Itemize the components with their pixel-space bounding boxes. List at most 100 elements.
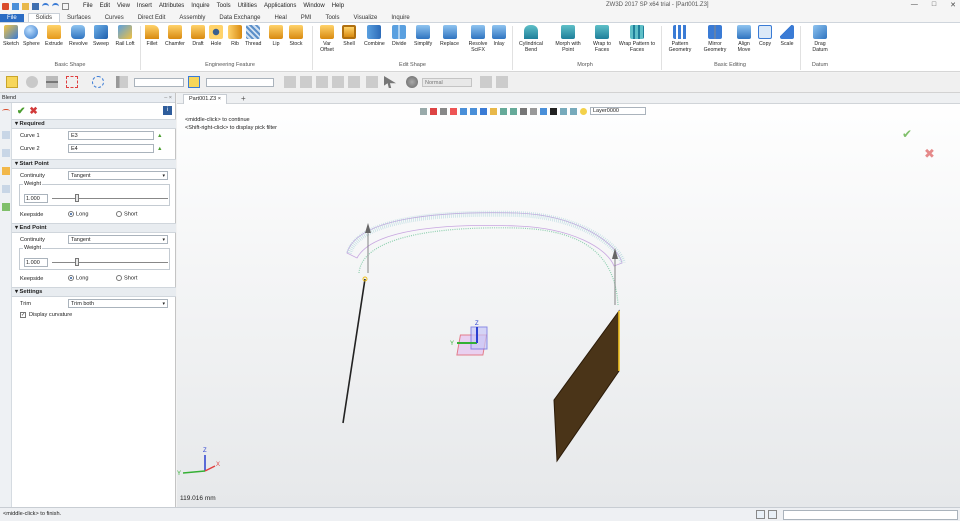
thread-button[interactable]: Thread: [245, 25, 261, 47]
close-icon[interactable]: ✕: [950, 1, 956, 9]
start-short-radio[interactable]: [116, 211, 122, 218]
end-weight-input[interactable]: 1.000: [24, 258, 48, 267]
tab-direct-edit[interactable]: Direct Edit: [131, 14, 173, 22]
end-long-radio[interactable]: [68, 275, 74, 282]
minimize-icon[interactable]: —: [911, 1, 918, 9]
wrap-pattern-button[interactable]: Wrap Pattern to Faces: [618, 25, 656, 53]
tab-curves[interactable]: Curves: [98, 14, 131, 22]
status-view-icon[interactable]: [768, 510, 777, 519]
snap-icon[interactable]: [284, 76, 296, 88]
scale-button[interactable]: Scale: [780, 25, 794, 47]
tab-surfaces[interactable]: Surfaces: [60, 14, 98, 22]
start-weight-slider[interactable]: [75, 194, 79, 202]
simplify-button[interactable]: Simplify: [414, 25, 432, 47]
start-short-option[interactable]: Short: [116, 211, 137, 218]
tab-assembly[interactable]: Assembly: [172, 14, 212, 22]
shell-button[interactable]: Shell: [342, 25, 356, 47]
trim-select[interactable]: Trim both ▾: [68, 299, 168, 308]
curve-tool-icon[interactable]: [2, 109, 10, 113]
start-continuity-select[interactable]: Tangent ▾: [68, 171, 168, 180]
save-icon[interactable]: [32, 2, 39, 10]
sweep-button[interactable]: Sweep: [93, 25, 109, 47]
new-file-icon[interactable]: [12, 2, 19, 10]
menu-applications[interactable]: Applications: [264, 3, 296, 9]
sphere-button[interactable]: Sphere: [23, 25, 40, 47]
end-short-option[interactable]: Short: [116, 275, 137, 282]
drag-datum-button[interactable]: Drag Datum: [808, 25, 832, 53]
revolve-button[interactable]: Revolve: [69, 25, 88, 47]
menu-view[interactable]: View: [117, 3, 130, 9]
curve1-field[interactable]: E3: [68, 131, 154, 140]
combine-button[interactable]: Combine: [364, 25, 385, 47]
status-filter-icon[interactable]: [756, 510, 765, 519]
views-icon[interactable]: [2, 185, 10, 193]
view-settings-icon[interactable]: [406, 76, 418, 88]
stock-button[interactable]: Stock: [289, 25, 303, 47]
render-mode-dropdown[interactable]: Normal: [422, 78, 472, 87]
menu-edit[interactable]: Edit: [100, 3, 110, 9]
morph-with-point-button[interactable]: Morph with Point: [552, 25, 584, 53]
tab-visualize[interactable]: Visualize: [346, 14, 384, 22]
tab-pmi[interactable]: PMI: [294, 14, 319, 22]
ok-icon[interactable]: ✔: [17, 106, 25, 117]
end-short-radio[interactable]: [116, 275, 122, 282]
menu-tools[interactable]: Tools: [217, 3, 231, 9]
tab-data-exchange[interactable]: Data Exchange: [212, 14, 267, 22]
layers-icon[interactable]: [2, 149, 10, 157]
filter-icon[interactable]: [26, 76, 38, 88]
filter-list-icon[interactable]: [116, 76, 128, 88]
align-move-button[interactable]: Align Move: [733, 25, 755, 53]
chamfer-button[interactable]: Chamfer: [165, 25, 185, 47]
tab-file[interactable]: File: [0, 14, 24, 22]
cylindrical-bend-button[interactable]: Cylindrical Bend: [516, 25, 546, 53]
start-long-radio[interactable]: [68, 211, 74, 218]
panel-close-icon[interactable]: – ×: [164, 93, 172, 103]
start-long-option[interactable]: Long: [68, 211, 116, 218]
mirror-geometry-button[interactable]: Mirror Geometry: [699, 25, 731, 53]
menu-help[interactable]: Help: [332, 3, 344, 9]
menu-insert[interactable]: Insert: [137, 3, 152, 9]
section-start-point[interactable]: ▾ Start Point: [12, 159, 176, 169]
end-long-option[interactable]: Long: [68, 275, 116, 282]
rib-button[interactable]: Rib: [228, 25, 242, 47]
menu-utilities[interactable]: Utilities: [238, 3, 257, 9]
fillet-button[interactable]: Fillet: [145, 25, 159, 47]
section-end-point[interactable]: ▾ End Point: [12, 223, 176, 233]
menu-window[interactable]: Window: [303, 3, 324, 9]
point-icon[interactable]: [348, 76, 360, 88]
inlay-button[interactable]: Inlay: [492, 25, 506, 47]
link-icon[interactable]: [316, 76, 328, 88]
rail-loft-button[interactable]: Rail Loft: [114, 25, 136, 47]
curve2-field[interactable]: E4: [68, 144, 154, 153]
menu-attributes[interactable]: Attributes: [159, 3, 184, 9]
filter-dropdown[interactable]: [134, 78, 184, 87]
view-b-icon[interactable]: [496, 76, 508, 88]
view-a-icon[interactable]: [480, 76, 492, 88]
sketch-button[interactable]: Sketch: [3, 25, 19, 47]
section-required[interactable]: ▾ Required: [12, 119, 176, 129]
assembly-icon[interactable]: [2, 167, 10, 175]
end-weight-slider[interactable]: [75, 258, 79, 266]
app-logo-icon[interactable]: [2, 2, 9, 10]
display-curvature-checkbox[interactable]: ✓: [20, 311, 26, 318]
section-settings[interactable]: ▾ Settings: [12, 287, 176, 297]
curve2-pick-icon[interactable]: ▲: [157, 146, 163, 152]
redo-icon[interactable]: [52, 2, 59, 10]
info-icon[interactable]: i: [163, 106, 172, 115]
pick-icon[interactable]: [6, 76, 18, 88]
tab-heal[interactable]: Heal: [267, 14, 293, 22]
box-select-icon[interactable]: [66, 76, 78, 88]
line-icon[interactable]: [46, 76, 58, 88]
copy-button[interactable]: Copy: [758, 25, 772, 47]
var-offset-button[interactable]: Var Offset: [316, 25, 338, 53]
part-icon[interactable]: [188, 76, 200, 88]
cancel-icon[interactable]: ✖: [29, 106, 37, 117]
graphics-viewport[interactable]: Part001.Z3 × + Layer0000 <middle-click> …: [177, 93, 960, 507]
open-file-icon[interactable]: [22, 2, 29, 10]
lasso-icon[interactable]: [92, 76, 104, 88]
maximize-icon[interactable]: □: [932, 1, 936, 9]
tab-solids[interactable]: Solids: [27, 13, 61, 22]
wrap-to-faces-button[interactable]: Wrap to Faces: [590, 25, 614, 53]
hole-button[interactable]: Hole: [209, 25, 223, 47]
menu-inquire[interactable]: Inquire: [191, 3, 209, 9]
